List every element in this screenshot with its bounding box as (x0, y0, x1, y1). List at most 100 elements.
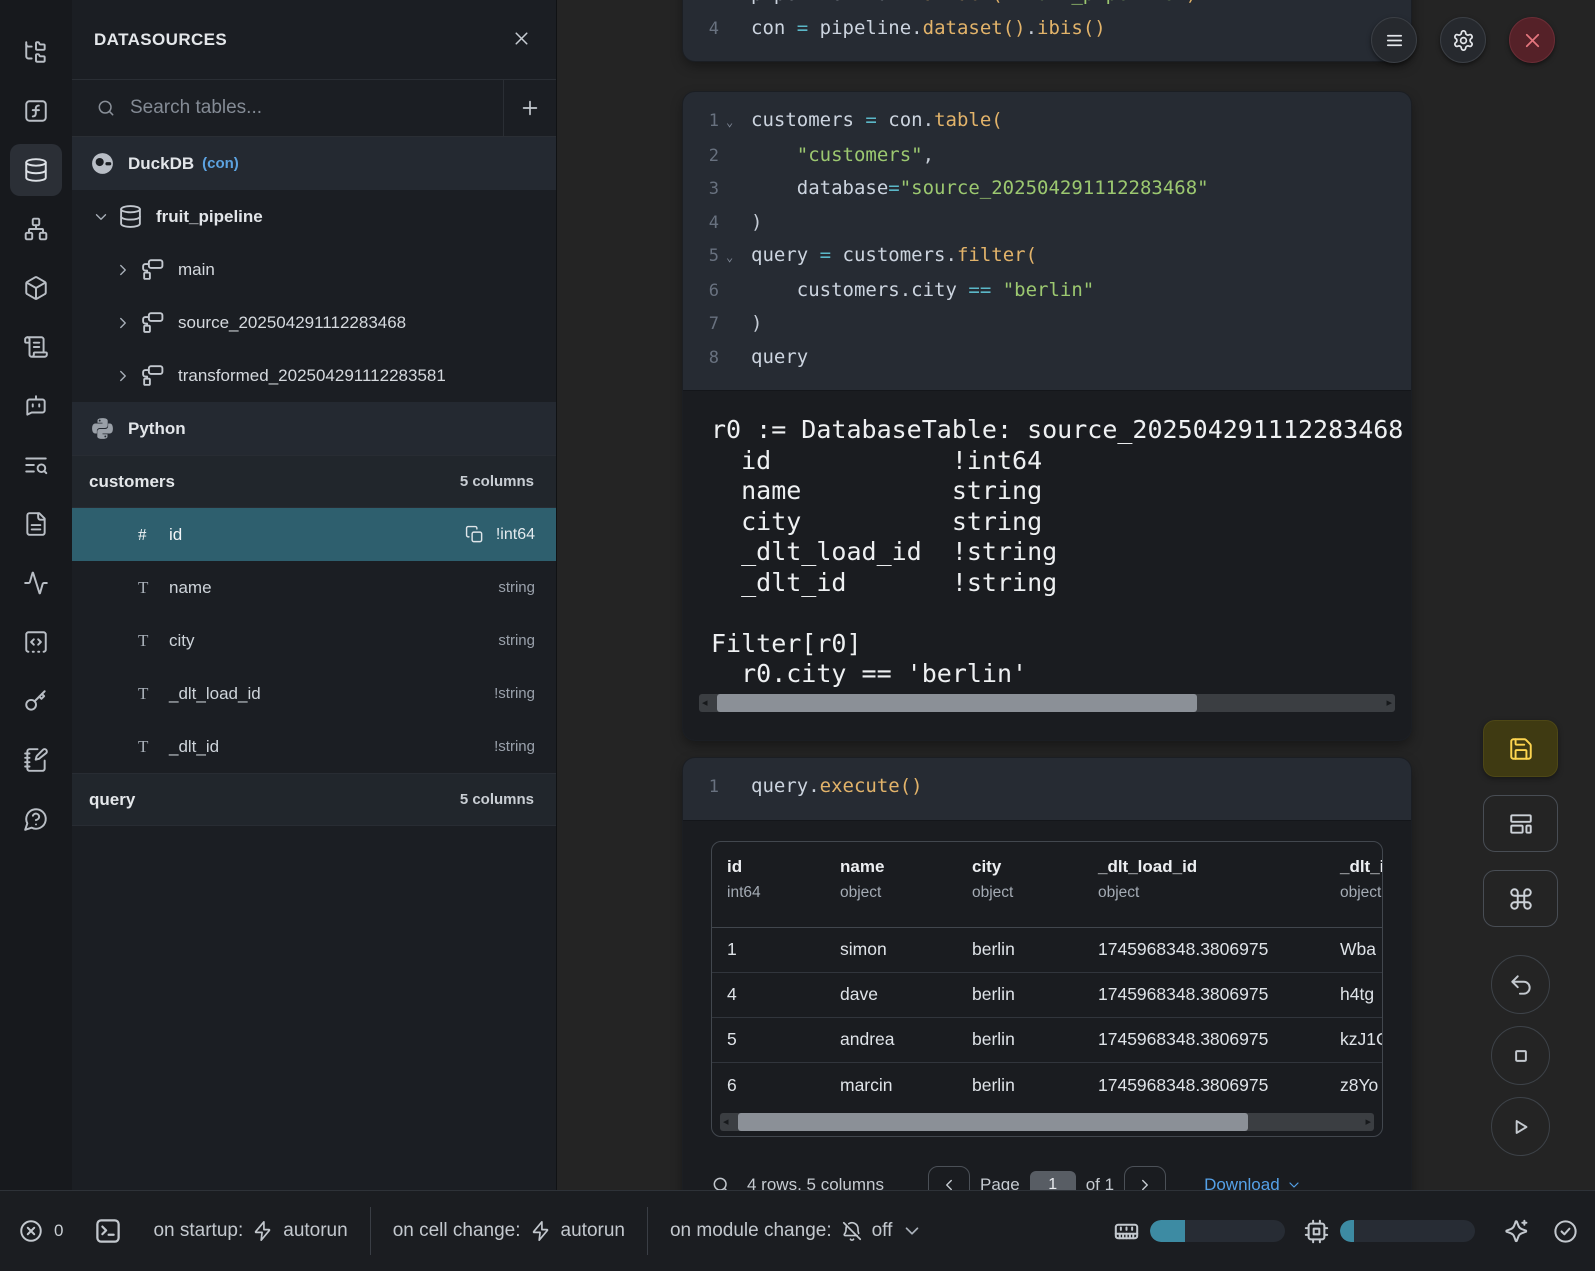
code-cell-2: 1⌄customers = con.table(2 "customers",3 … (683, 92, 1411, 740)
column-row-_dlt_load_id[interactable]: T_dlt_load_id!string (72, 667, 556, 720)
rail-item-snippets[interactable] (10, 616, 62, 668)
help-bubble-icon (23, 806, 49, 832)
errors-icon[interactable] (18, 1218, 44, 1244)
ai-sparkles-button[interactable] (1503, 1218, 1530, 1245)
memory-usage-meter (1150, 1220, 1285, 1242)
search-icon (96, 98, 116, 118)
line-number: 4 (693, 13, 719, 46)
rail-item-functions[interactable] (10, 85, 62, 137)
rail-item-logs[interactable] (10, 321, 62, 373)
schema-source_202504291112283468[interactable]: source_202504291112283468 (72, 296, 556, 349)
download-link[interactable]: Download (1204, 1175, 1302, 1191)
cell-3-editor[interactable]: 1query.execute() (683, 758, 1411, 820)
workflow-icon (23, 216, 49, 242)
stop-button[interactable] (1491, 1026, 1550, 1085)
column-row-city[interactable]: Tcitystring (72, 614, 556, 667)
duckdb-logo-icon (90, 151, 115, 176)
rail-item-datasources[interactable] (10, 144, 62, 196)
cell-menu-button[interactable] (1371, 17, 1417, 63)
rail-item-help[interactable] (10, 793, 62, 845)
table-horizontal-scrollbar[interactable]: ◂ ▸ (720, 1113, 1374, 1131)
column-row-name[interactable]: Tnamestring (72, 561, 556, 614)
scrollbar-thumb[interactable] (738, 1113, 1248, 1131)
undo-icon (1508, 972, 1534, 998)
connection-duckdb[interactable]: DuckDB(con) (72, 137, 556, 190)
cell-2-editor[interactable]: 1⌄customers = con.table(2 "customers",3 … (683, 92, 1411, 390)
table-column-header-_dlt_load_id[interactable]: _dlt_load_idobject (1083, 842, 1325, 927)
chevron-right-icon (114, 314, 132, 332)
rail-item-search[interactable] (10, 439, 62, 491)
numeric-type-icon: # (138, 525, 158, 545)
column-row-id[interactable]: #id!int64 (72, 508, 556, 561)
table-column-header-name[interactable]: nameobject (825, 842, 957, 927)
line-number: 1 (693, 105, 719, 138)
on-startup-label: on startup: (153, 1220, 243, 1242)
next-page-button[interactable] (1124, 1166, 1166, 1191)
download-label: Download (1204, 1175, 1280, 1191)
schema-main[interactable]: main (72, 243, 556, 296)
scroll-left-arrow[interactable]: ◂ (723, 1113, 729, 1131)
column-row-_dlt_id[interactable]: T_dlt_id!string (72, 720, 556, 773)
undo-button[interactable] (1491, 955, 1550, 1014)
chevron-down-icon (901, 1220, 923, 1242)
line-number: 1 (693, 771, 719, 804)
scrollbar-thumb[interactable] (717, 694, 1197, 712)
horizontal-scrollbar[interactable]: ◂ ▸ (699, 694, 1395, 712)
key-icon (23, 688, 49, 714)
settings-button[interactable] (1440, 17, 1486, 63)
layout-toggle-button[interactable] (1483, 795, 1558, 852)
scroll-left-arrow[interactable]: ◂ (702, 694, 708, 712)
line-number: 3 (693, 173, 719, 206)
table-column-header-id[interactable]: idint64 (712, 842, 825, 927)
search-tables-input[interactable] (130, 97, 503, 119)
rail-item-file-explorer[interactable] (10, 26, 62, 78)
table-footer: 4 rows, 5 columns Page 1 of 1 Download (711, 1165, 1383, 1191)
rail-item-ai-chat[interactable] (10, 380, 62, 432)
on-cell-change-config[interactable]: on cell change: autorun (393, 1220, 625, 1242)
rail-item-dependency-graph[interactable] (10, 203, 62, 255)
database-icon (23, 157, 49, 183)
status-bar: 0 on startup: autorun on cell change: au… (0, 1190, 1595, 1271)
terminal-button[interactable] (93, 1216, 123, 1246)
on-cell-change-value: autorun (561, 1220, 625, 1242)
box-icon (23, 275, 49, 301)
code-cell-1[interactable]: 3pipeline = dlt.attach("fruit_pipeline")… (683, 0, 1411, 61)
status-check-icon (1552, 1218, 1579, 1245)
schema-transformed_202504291112283581[interactable]: transformed_202504291112283581 (72, 349, 556, 402)
dataframe-table: idint64nameobjectcityobject_dlt_load_ido… (711, 841, 1383, 1137)
rail-item-packages[interactable] (10, 262, 62, 314)
close-icon (511, 28, 532, 49)
fold-chevron-icon[interactable]: ⌄ (719, 106, 751, 139)
scroll-right-arrow[interactable]: ▸ (1386, 694, 1392, 712)
panel-title: DATASOURCES (94, 30, 511, 50)
copy-icon[interactable] (465, 525, 484, 544)
run-button[interactable] (1491, 1097, 1550, 1156)
rail-item-tracing[interactable] (10, 557, 62, 609)
scroll-right-arrow[interactable]: ▸ (1365, 1113, 1371, 1131)
delete-cell-button[interactable] (1509, 17, 1555, 63)
table-header-customers[interactable]: customers5 columns (72, 455, 556, 508)
notebook-pen-icon (23, 747, 49, 773)
fold-chevron-icon[interactable]: ⌄ (719, 241, 751, 274)
command-palette-button[interactable] (1483, 870, 1558, 927)
add-datasource-button[interactable] (504, 80, 556, 136)
database-fruit_pipeline[interactable]: fruit_pipeline (72, 190, 556, 243)
table-column-header-city[interactable]: cityobject (957, 842, 1083, 927)
on-module-change-config[interactable]: on module change: off (670, 1220, 923, 1242)
on-startup-config[interactable]: on startup: autorun (153, 1220, 347, 1242)
table-column-header-_dlt_id[interactable]: _dlt_idobject (1325, 842, 1383, 927)
save-button[interactable] (1483, 720, 1558, 777)
table-search-icon[interactable] (711, 1175, 731, 1191)
close-panel-button[interactable] (511, 28, 532, 52)
cpu-usage-meter (1340, 1220, 1475, 1242)
chevron-right-icon (114, 367, 132, 385)
prev-page-button[interactable] (928, 1166, 970, 1191)
table-header-query[interactable]: query5 columns (72, 773, 556, 826)
page-number-box[interactable]: 1 (1030, 1171, 1076, 1191)
cell-toolbar (1371, 17, 1555, 63)
connection-python[interactable]: Python (72, 402, 556, 455)
rail-item-documentation[interactable] (10, 498, 62, 550)
rail-item-secrets[interactable] (10, 675, 62, 727)
rail-item-scratchpad[interactable] (10, 734, 62, 786)
chevron-right-icon (114, 261, 132, 279)
